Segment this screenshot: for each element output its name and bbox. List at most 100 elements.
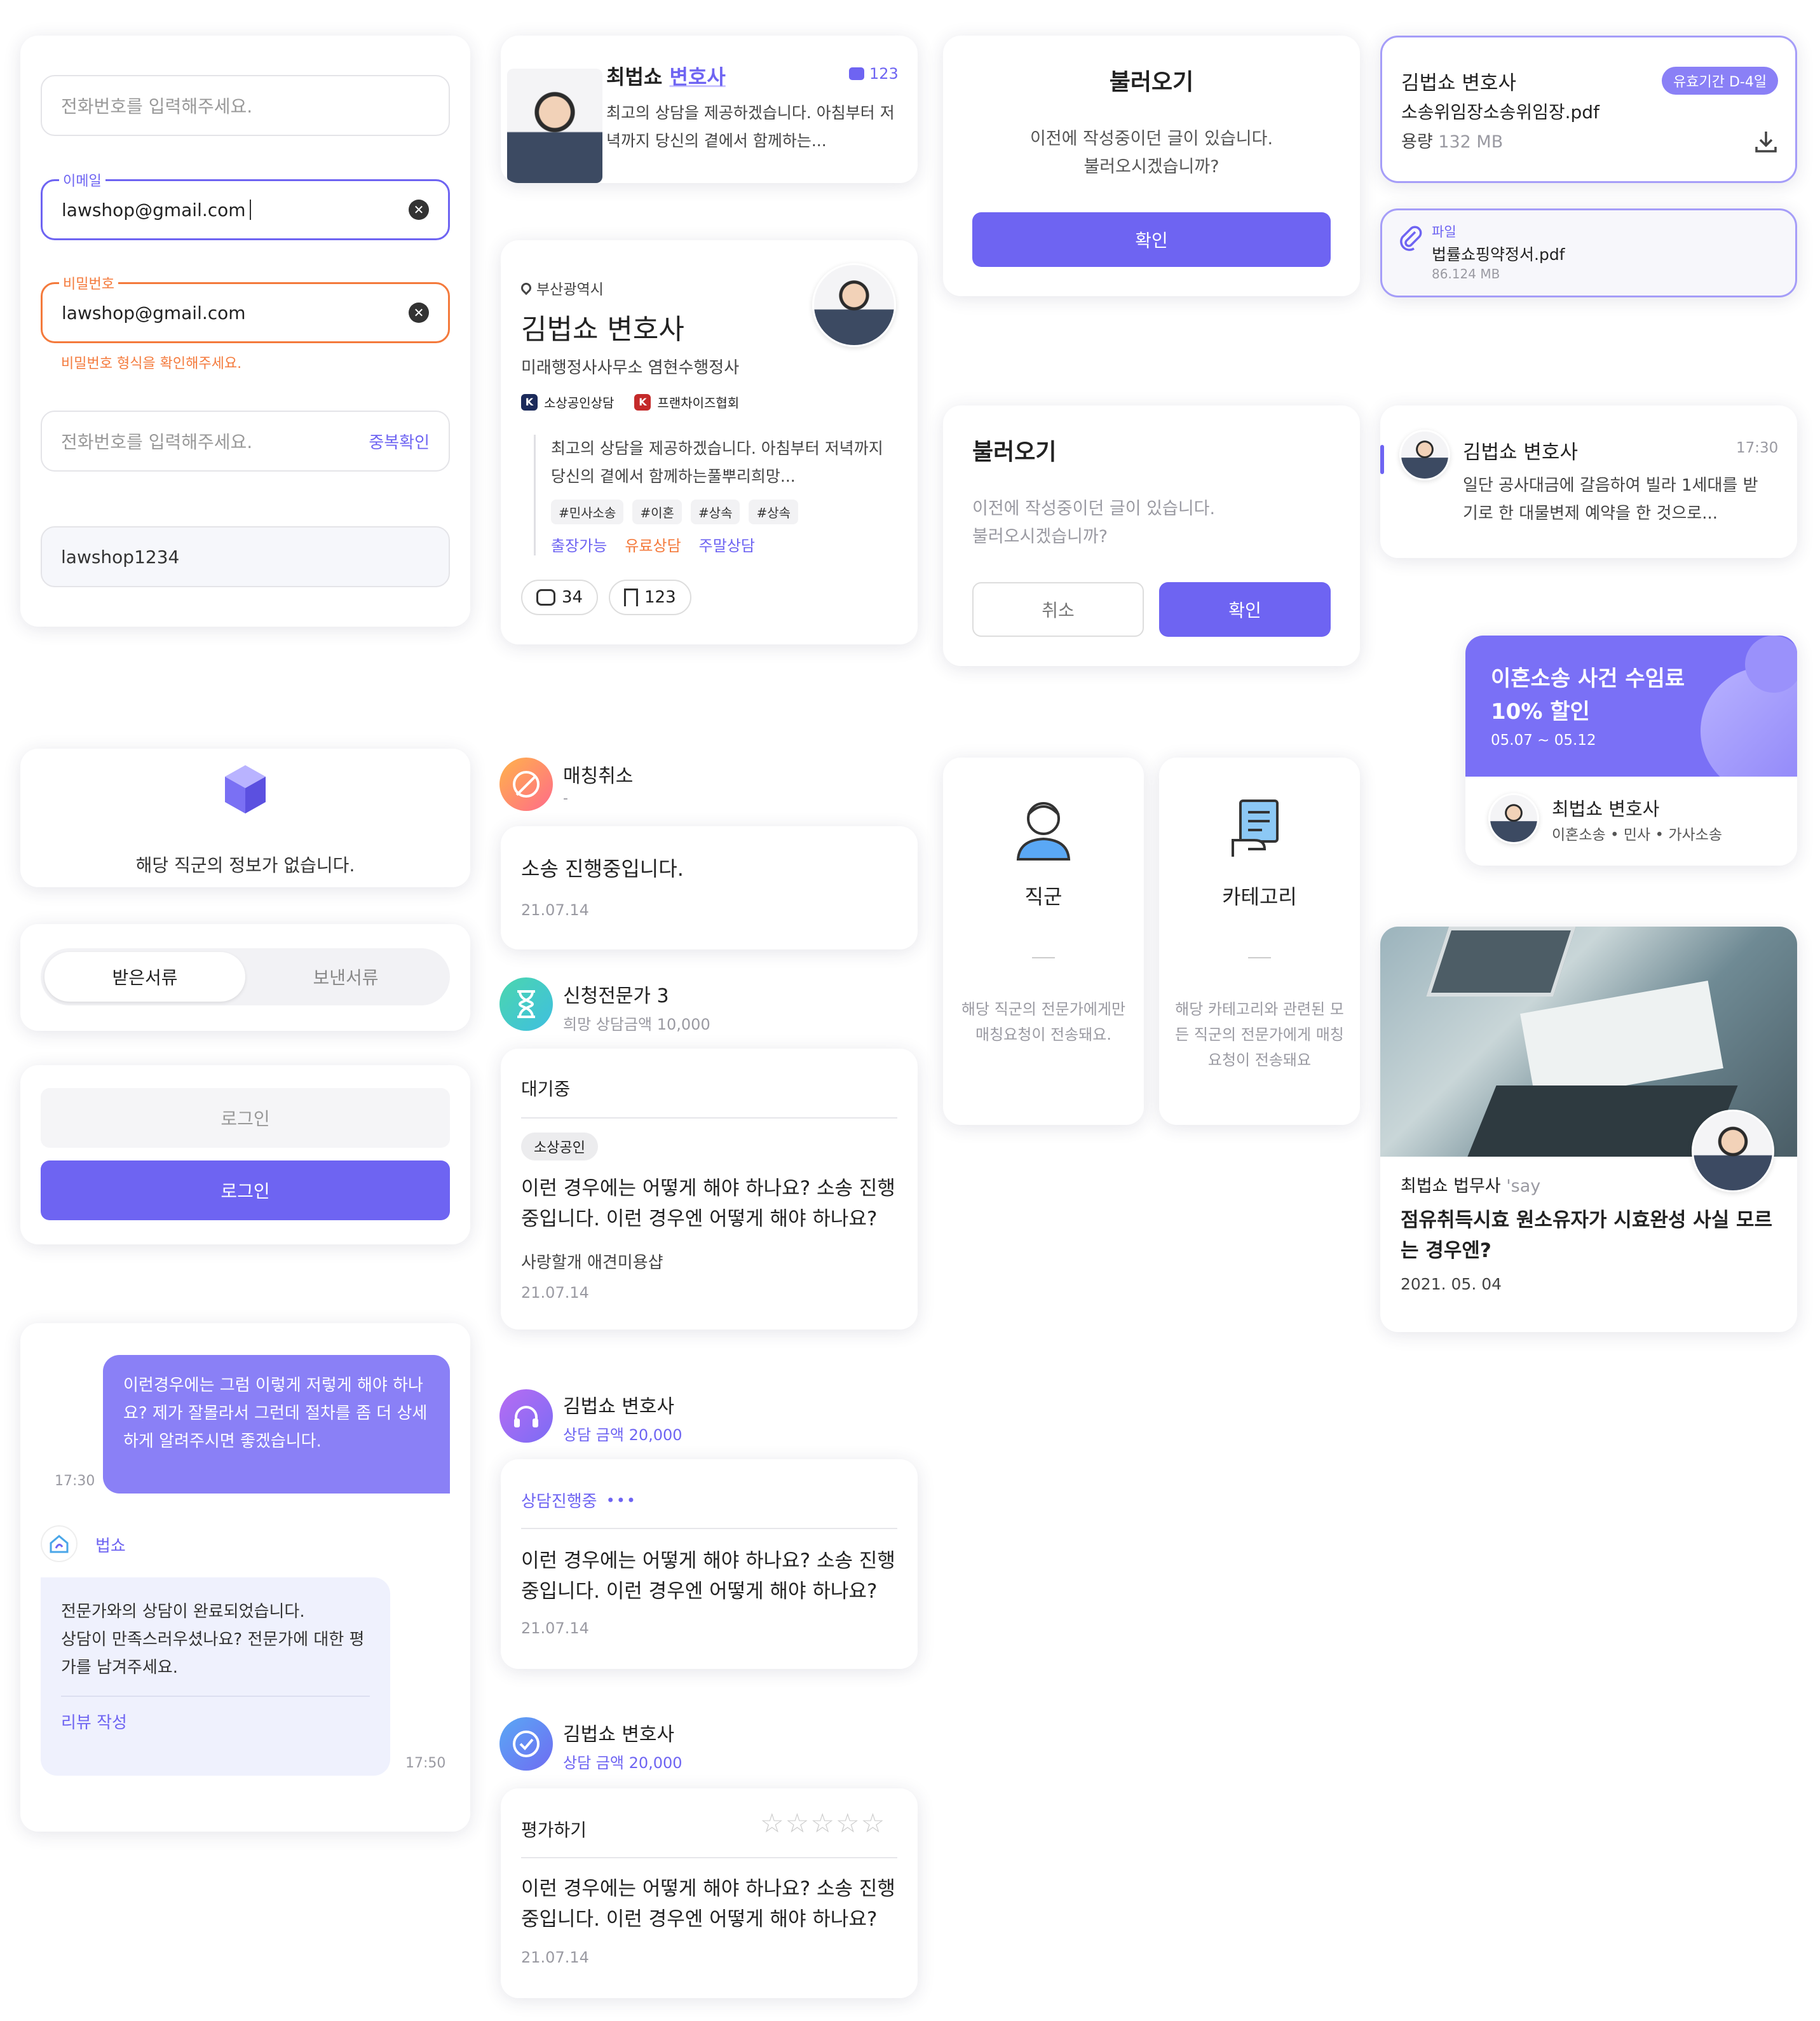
dialog-message-2: 불러오시겠습니까? xyxy=(972,527,1108,547)
phone-input-2[interactable]: 전화번호를 입력해주세요. 중복확인 xyxy=(41,411,450,472)
star-icon[interactable]: ☆ xyxy=(785,1807,811,1839)
article-say: 'say xyxy=(1506,1176,1541,1196)
article-author: 최법쇼 법무사 xyxy=(1401,1176,1501,1196)
email-field[interactable]: 이메일 lawshop@gmail.com ✕ xyxy=(41,170,450,240)
divider xyxy=(521,1857,897,1858)
headset-icon xyxy=(499,1389,553,1443)
consult-card[interactable]: 상담진행중 ••• 이런 경우에는 어떻게 해야 하나요? 소송 진행중입니다.… xyxy=(501,1459,918,1669)
email-label: 이메일 xyxy=(59,170,105,190)
promo-lawyer: 최법쇼 변호사 xyxy=(1552,798,1660,820)
cancel-sub: - xyxy=(563,791,568,806)
divider xyxy=(1248,957,1271,958)
review-card[interactable]: 평가하기 ☆☆☆☆☆ 이런 경우에는 어떻게 해야 하나요? 소송 진행중입니다… xyxy=(501,1788,918,1998)
promo-title: 이혼소송 사건 수임료 xyxy=(1491,666,1685,691)
size-value: 132 MB xyxy=(1438,132,1504,152)
cancel-button[interactable]: 취소 xyxy=(972,582,1144,637)
cancel-status-icon xyxy=(499,758,553,811)
check-circle-icon xyxy=(499,1717,553,1771)
promo-card[interactable]: 이혼소송 사건 수임료 10% 할인 05.07 ~ 05.12 최법쇼 변호사… xyxy=(1465,636,1797,866)
lawyer-desc: 최고의 상담을 제공하겠습니다. 아침부터 저녁까지 당신의 곁에서 함께하는.… xyxy=(606,104,895,150)
consult-question: 이런 경우에는 어떻게 해야 하나요? 소송 진행중입니다. 이런 경우엔 어떻… xyxy=(521,1549,895,1603)
bookmark-stat[interactable]: 123 xyxy=(609,580,691,615)
review-write-link[interactable]: 리뷰 작성 xyxy=(61,1710,370,1733)
lawyer-location: 부산광역시 xyxy=(536,282,604,298)
confirm-button[interactable]: 확인 xyxy=(1159,582,1331,637)
login-button-disabled[interactable]: 로그인 xyxy=(41,1088,450,1148)
lawyer-office: 미래행정사사무소 염현수행정사 xyxy=(521,358,740,378)
star-icon[interactable]: ☆ xyxy=(836,1807,861,1839)
confirm-button[interactable]: 확인 xyxy=(972,212,1331,267)
clear-icon[interactable]: ✕ xyxy=(409,200,429,220)
login-button[interactable]: 로그인 xyxy=(41,1160,450,1220)
user-message-bubble: 이런경우에는 그럼 이렇게 저렇게 해야 하나요? 제가 잘몰라서 그런데 절차… xyxy=(103,1355,450,1494)
profile-quote: 최고의 상담을 제공하겠습니다. 아침부터 저녁까지 당신의 곁에서 함께하는풀… xyxy=(534,435,896,555)
bookmark-stat-value: 123 xyxy=(644,588,676,607)
dialog-message-1: 이전에 작성중이던 글이 있습니다. xyxy=(1029,129,1273,149)
apply-title: 신청전문가 3 xyxy=(563,985,669,1007)
done-fee: 상담 금액 20,000 xyxy=(563,1754,682,1772)
tab-received[interactable]: 받은서류 xyxy=(44,952,245,1002)
author-avatar xyxy=(1692,1110,1774,1192)
empty-state-card: 해당 직군의 정보가 없습니다. xyxy=(20,749,470,887)
lawyer-name: 최법쇼 xyxy=(606,65,663,89)
comment-stat-value: 34 xyxy=(562,588,583,607)
bot-message-line2: 상담이 만족스러우셨나요? 전문가에 대한 평가를 남겨주세요. xyxy=(61,1630,365,1677)
phone-placeholder: 전화번호를 입력해주세요. xyxy=(61,96,253,117)
dialog-title: 불러오기 xyxy=(1109,69,1194,95)
category-select-card[interactable]: 카테고리 해당 카테고리와 관련된 모든 직군의 전문가에게 매칭요청이 전송돼… xyxy=(1159,758,1360,1125)
cube-icon xyxy=(224,764,267,817)
download-icon[interactable] xyxy=(1753,129,1779,157)
login-disabled-label: 로그인 xyxy=(221,1108,270,1129)
loading-dots-icon: ••• xyxy=(606,1491,637,1509)
file-card[interactable]: 김법쇼 변호사 유효기간 D-4일 소송위임장소송위임장.pdf 용량 132 … xyxy=(1380,36,1797,183)
empty-state-text: 해당 직군의 정보가 없습니다. xyxy=(135,855,355,876)
id-input[interactable]: lawshop1234 xyxy=(41,526,450,587)
tab-sent[interactable]: 보낸서류 xyxy=(245,952,446,1002)
job-select-card[interactable]: 직군 해당 직군의 전문가에게만 매칭요청이 전송돼요. xyxy=(943,758,1144,1125)
password-error: 비밀번호 형식을 확인해주세요. xyxy=(61,356,242,372)
hashtag: #민사소송 xyxy=(551,500,624,524)
divider xyxy=(1032,957,1055,958)
lawyer-avatar xyxy=(1488,793,1539,844)
message-list-item[interactable]: 김법쇼 변호사 17:30 일단 공사대금에 갈음하여 빌라 1세대를 받기로 … xyxy=(1380,405,1797,558)
lawyer-summary-card[interactable]: 최법쇼 변호사 123 최고의 상담을 제공하겠습니다. 아침부터 저녁까지 당… xyxy=(501,36,918,183)
article-date: 2021. 05. 04 xyxy=(1401,1275,1502,1293)
star-icon[interactable]: ☆ xyxy=(861,1807,886,1839)
hashtag: #이혼 xyxy=(632,500,682,524)
password-field[interactable]: 비밀번호 lawshop@gmail.com ✕ xyxy=(41,273,450,343)
apply-card[interactable]: 대기중 소상공인 이런 경우에는 어떻게 해야 하나요? 소송 진행중입니다. … xyxy=(501,1049,918,1330)
star-rating[interactable]: ☆☆☆☆☆ xyxy=(760,1807,886,1839)
bot-message-bubble: 전문가와의 상담이 완료되었습니다. 상담이 만족스러우셨나요? 전문가에 대한… xyxy=(41,1577,390,1776)
star-icon[interactable]: ☆ xyxy=(760,1807,785,1839)
star-icon[interactable]: ☆ xyxy=(810,1807,836,1839)
duplicate-check-button[interactable]: 중복확인 xyxy=(369,430,430,453)
lawyer-profile-card[interactable]: 부산광역시 김법쇼 변호사 미래행정사사무소 염현수행정사 K 소상공인상담 K… xyxy=(501,240,918,644)
attachment-card[interactable]: 파일 법률쇼핑약정서.pdf 86.124 MB xyxy=(1380,208,1797,297)
phone-input[interactable]: 전화번호를 입력해주세요. xyxy=(41,75,450,136)
promo-period: 05.07 ~ 05.12 xyxy=(1491,732,1596,749)
clear-icon[interactable]: ✕ xyxy=(409,303,429,323)
done-name: 김법쇼 변호사 xyxy=(563,1724,675,1746)
lawyer-avatar xyxy=(812,263,896,347)
attachment-label: 파일 xyxy=(1432,224,1457,240)
file-card-file: 소송위임장소송위임장.pdf xyxy=(1401,102,1599,123)
bot-message-time: 17:50 xyxy=(405,1755,446,1771)
apply-tag: 소상공인 xyxy=(521,1133,598,1160)
apply-date: 21.07.14 xyxy=(521,1284,589,1302)
badge-k-icon: K xyxy=(521,393,538,411)
lawyer-title: 변호사 xyxy=(669,65,726,89)
lawyer-avatar xyxy=(1399,430,1450,480)
comment-stat[interactable]: 34 xyxy=(521,580,599,615)
segmented-control: 받은서류 보낸서류 xyxy=(41,948,450,1005)
apply-question: 이런 경우에는 어떻게 해야 하나요? 소송 진행중입니다. 이런 경우엔 어떻… xyxy=(521,1177,895,1230)
lawyer-profile-name: 김법쇼 변호사 xyxy=(521,313,684,346)
profile-desc: 최고의 상담을 제공하겠습니다. 아침부터 저녁까지 당신의 곁에서 함께하는풀… xyxy=(551,439,883,486)
article-card[interactable]: 최법쇼 법무사 'say 점유취득시효 원소유자가 시효완성 사실 모르는 경우… xyxy=(1380,927,1797,1332)
cancel-label: 취소 xyxy=(1042,600,1075,621)
email-value: lawshop@gmail.com xyxy=(62,199,246,221)
cancel-card[interactable]: 소송 진행중입니다. 21.07.14 xyxy=(501,826,918,949)
done-question: 이런 경우에는 어떻게 해야 하나요? 소송 진행중입니다. 이런 경우엔 어떻… xyxy=(521,1877,895,1931)
comment-icon xyxy=(536,589,555,606)
option-weekend: 주말상담 xyxy=(698,537,755,555)
user-message-text: 이런경우에는 그럼 이렇게 저렇게 해야 하나요? 제가 잘몰라서 그런데 절차… xyxy=(123,1376,428,1451)
